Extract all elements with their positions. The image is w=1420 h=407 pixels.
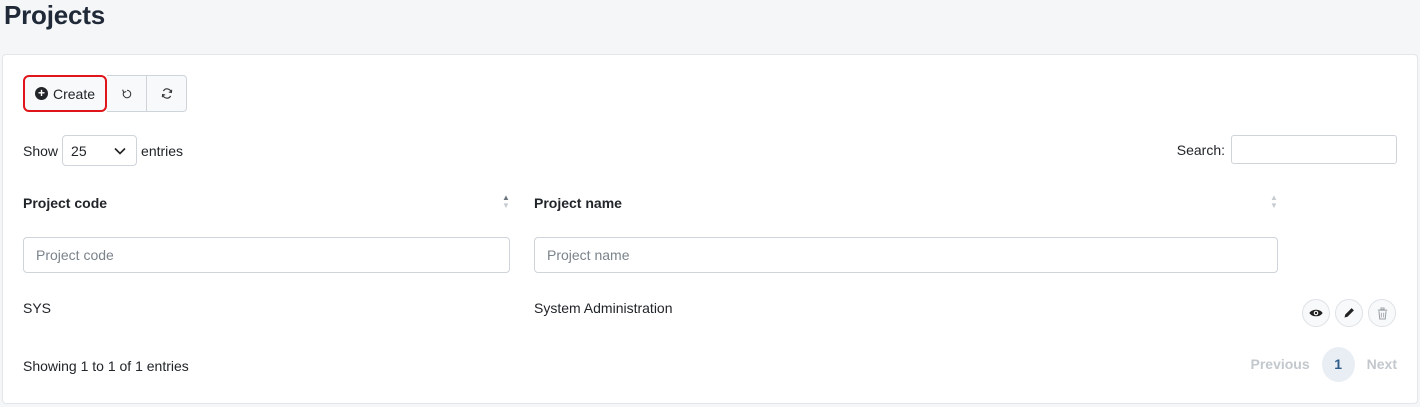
- table-info: Showing 1 to 1 of 1 entries: [23, 358, 189, 374]
- length-control: Show 25 entries: [23, 135, 183, 166]
- refresh-button[interactable]: [147, 75, 187, 112]
- project-code-filter-input[interactable]: Project code: [23, 237, 510, 273]
- projects-card: + Create Show 25 entries Search: Project…: [2, 54, 1418, 404]
- chevron-down-icon: [114, 147, 126, 155]
- length-prefix: Show: [23, 142, 59, 159]
- plus-circle-icon: +: [34, 87, 48, 100]
- create-button[interactable]: + Create: [23, 75, 107, 112]
- previous-page-button[interactable]: Previous: [1251, 356, 1310, 372]
- next-page-button[interactable]: Next: [1367, 356, 1397, 372]
- page-title: Projects: [4, 0, 106, 30]
- column-header-project-name[interactable]: Project name: [534, 195, 622, 211]
- delete-button[interactable]: [1368, 299, 1396, 327]
- cell-project-code: SYS: [23, 300, 52, 316]
- page-1-button[interactable]: 1: [1321, 346, 1355, 382]
- sort-icon[interactable]: ▲ ▼: [1269, 194, 1279, 212]
- entries-select-value: 25: [71, 142, 87, 159]
- create-label: Create: [52, 85, 96, 102]
- column-header-project-code[interactable]: Project code: [23, 195, 107, 211]
- toolbar: + Create: [23, 75, 187, 112]
- length-suffix: entries: [141, 142, 184, 159]
- search-input[interactable]: [1231, 135, 1397, 164]
- edit-button[interactable]: [1335, 299, 1363, 327]
- eye-icon: [1309, 309, 1323, 317]
- entries-select[interactable]: 25: [62, 135, 138, 166]
- project-name-filter-input[interactable]: Project name: [534, 237, 1278, 273]
- undo-icon: [121, 88, 131, 98]
- trash-icon: [1377, 307, 1387, 320]
- search-label: Search:: [1176, 141, 1225, 158]
- pencil-icon: [1344, 308, 1354, 318]
- sort-icon[interactable]: ▲ ▼: [501, 194, 511, 212]
- view-button[interactable]: [1302, 299, 1330, 327]
- search-control: Search:: [1177, 135, 1397, 164]
- cell-project-name: System Administration: [534, 300, 673, 316]
- pagination: Previous 1 Next: [1251, 346, 1397, 382]
- refresh-icon: [161, 88, 172, 99]
- undo-button[interactable]: [107, 75, 147, 112]
